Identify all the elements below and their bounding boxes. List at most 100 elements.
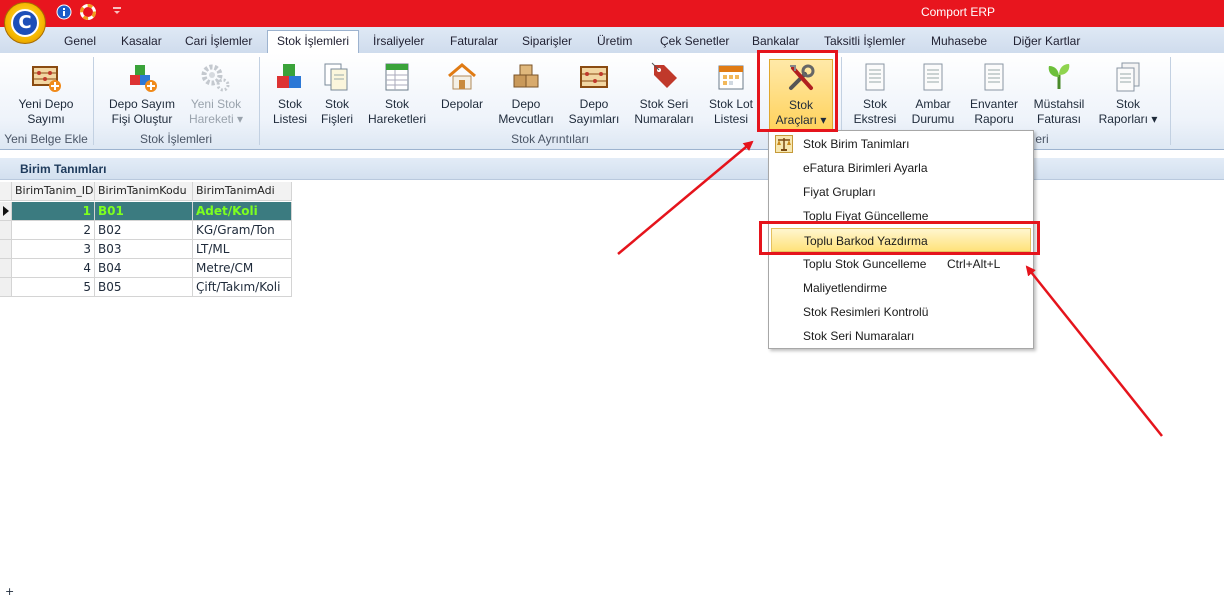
depo-mevcutlari-label2: Mevcutları [498, 112, 554, 126]
stok-ekstresi-label2: Ekstresi [853, 112, 897, 126]
stok-raporlari-button[interactable]: Stok Raporları ▾ [1096, 59, 1160, 131]
column-header-kodu[interactable]: BirimTanimKodu [95, 182, 193, 201]
cell-id[interactable]: 5 [12, 278, 95, 297]
tab-genel[interactable]: Genel [64, 31, 96, 53]
new-row-icon[interactable]: + [5, 586, 14, 597]
table-row[interactable]: 3 B03 LT/ML [0, 240, 292, 259]
house-icon [446, 61, 478, 93]
gears-icon [200, 61, 232, 93]
stok-fisleri-button[interactable]: Stok Fişleri [316, 59, 358, 131]
tab-diger-kartlar[interactable]: Diğer Kartlar [1013, 31, 1080, 53]
column-header-id[interactable]: BirimTanim_ID [12, 182, 95, 201]
cell-kodu[interactable]: B02 [95, 221, 193, 240]
menu-item-label: Stok Resimleri Kontrolü [803, 305, 929, 319]
tab-stok-islemleri[interactable]: Stok İşlemleri [267, 30, 360, 53]
cell-kodu[interactable]: B01 [95, 202, 193, 221]
tab-uretim[interactable]: Üretim [597, 31, 632, 53]
stok-raporlari-label2: Raporları ▾ [1098, 112, 1158, 126]
stok-ekstresi-button[interactable]: Stok Ekstresi [852, 59, 898, 131]
cell-kodu[interactable]: B03 [95, 240, 193, 259]
menu-item-stok-resimleri-kontrolu[interactable]: Stok Resimleri Kontrolü [769, 300, 1033, 324]
report-page-icon [978, 61, 1010, 93]
stok-listesi-button[interactable]: Stok Listesi [270, 59, 310, 131]
help-ring-icon[interactable] [80, 4, 96, 20]
abacus-add-icon [30, 61, 62, 93]
tab-kasalar[interactable]: Kasalar [121, 31, 162, 53]
yeni-stok-hareketi-button[interactable]: Yeni Stok Hareketi ▾ [185, 59, 247, 131]
column-header-adi[interactable]: BirimTanimAdi [193, 182, 292, 201]
ribbon-tab-strip: Genel Kasalar Cari İşlemler Stok İşlemle… [0, 27, 1224, 53]
table-row[interactable]: 2 B02 KG/Gram/Ton [0, 221, 292, 240]
yeni-depo-sayimi-button[interactable]: Yeni Depo Sayımı [12, 59, 80, 131]
reports-stack-icon [1112, 61, 1144, 93]
mustahsil-faturasi-button[interactable]: Müstahsil Faturası [1030, 59, 1088, 131]
section-header: Birim Tanımları [0, 158, 1224, 180]
stok-hareketleri-label2: Hareketleri [367, 112, 427, 126]
stok-lot-listesi-label2: Listesi [713, 112, 748, 126]
depo-sayim-fisi-olustur-button[interactable]: Depo Sayım Fişi Oluştur [104, 59, 180, 131]
group-separator [1170, 57, 1171, 145]
yeni-depo-sayimi-label1: Yeni Depo [18, 97, 74, 111]
menu-item-fiyat-gruplari[interactable]: Fiyat Grupları [769, 180, 1033, 204]
cell-kodu[interactable]: B04 [95, 259, 193, 278]
tab-muhasebe[interactable]: Muhasebe [931, 31, 987, 53]
mustahsil-faturasi-label1: Müstahsil [1033, 97, 1085, 111]
tab-cek-senetler[interactable]: Çek Senetler [660, 31, 729, 53]
depo-sayimlari-button[interactable]: Depo Sayımları [565, 59, 623, 131]
row-indicator [0, 259, 12, 278]
depo-sayim-fisi-label2: Fişi Oluştur [111, 112, 173, 126]
grid-new-row-bar: + [0, 586, 1224, 598]
app-menu-button[interactable]: C [4, 2, 46, 44]
depolar-button[interactable]: Depolar [437, 59, 487, 131]
stok-lot-listesi-label1: Stok Lot [708, 97, 754, 111]
tab-cari-islemler[interactable]: Cari İşlemler [185, 31, 252, 53]
spreadsheet-icon [381, 61, 413, 93]
menu-item-toplu-stok-guncelleme[interactable]: Toplu Stok Guncelleme Ctrl+Alt+L [769, 252, 1033, 276]
plant-icon [1043, 61, 1075, 93]
cell-adi[interactable]: LT/ML [193, 240, 292, 259]
calendar-icon [715, 61, 747, 93]
envanter-raporu-button[interactable]: Envanter Raporu [966, 59, 1022, 131]
stok-hareketleri-button[interactable]: Stok Hareketleri [364, 59, 430, 131]
menu-item-maliyetlendirme[interactable]: Maliyetlendirme [769, 276, 1033, 300]
stok-seri-numaralari-label2: Numaraları [634, 112, 694, 126]
tab-siparisler[interactable]: Siparişler [522, 31, 572, 53]
cell-id[interactable]: 1 [12, 202, 95, 221]
cell-adi[interactable]: KG/Gram/Ton [193, 221, 292, 240]
cell-kodu[interactable]: B05 [95, 278, 193, 297]
table-row[interactable]: 1 B01 Adet/Koli [0, 202, 292, 221]
stok-seri-numaralari-button[interactable]: Stok Seri Numaraları [630, 59, 698, 131]
menu-item-efatura-birimleri-ayarla[interactable]: eFatura Birimleri Ayarla [769, 156, 1033, 180]
scale-icon [775, 135, 793, 153]
cell-adi[interactable]: Adet/Koli [193, 202, 292, 221]
price-tag-icon [648, 61, 680, 93]
depo-mevcutlari-button[interactable]: Depo Mevcutları [494, 59, 558, 131]
stok-lot-listesi-button[interactable]: Stok Lot Listesi [704, 59, 758, 131]
stok-fisleri-label2: Fişleri [321, 112, 353, 126]
mustahsil-faturasi-label2: Faturası [1036, 112, 1081, 126]
menu-item-label: Toplu Stok Guncelleme [803, 257, 927, 271]
menu-item-stok-birim-tanimlari[interactable]: Stok Birim Tanimları [769, 132, 1033, 156]
annotation-arrow-to-toplu-barkod [1025, 265, 1163, 437]
cell-id[interactable]: 3 [12, 240, 95, 259]
ambar-durumu-button[interactable]: Ambar Durumu [908, 59, 958, 131]
envanter-raporu-label1: Envanter [969, 97, 1019, 111]
stok-listesi-label2: Listesi [272, 112, 307, 126]
tab-faturalar[interactable]: Faturalar [450, 31, 498, 53]
documents-icon [321, 61, 353, 93]
boxes-icon [510, 61, 542, 93]
cell-adi[interactable]: Çift/Takım/Koli [193, 278, 292, 297]
ribbon: Yeni Depo Sayımı Yeni Belge Ekle Depo Sa… [0, 53, 1224, 150]
customize-toolbar-icon[interactable] [112, 6, 122, 16]
cell-id[interactable]: 2 [12, 221, 95, 240]
menu-item-stok-seri-numaralari[interactable]: Stok Seri Numaraları [769, 324, 1033, 348]
table-row[interactable]: 4 B04 Metre/CM [0, 259, 292, 278]
cell-adi[interactable]: Metre/CM [193, 259, 292, 278]
envanter-raporu-label2: Raporu [974, 112, 1014, 126]
yeni-depo-sayimi-label2: Sayımı [27, 112, 65, 126]
info-icon[interactable] [56, 4, 72, 20]
tab-irsaliyeler[interactable]: İrsaliyeler [373, 31, 424, 53]
depo-sayimlari-label1: Depo [579, 97, 609, 111]
cell-id[interactable]: 4 [12, 259, 95, 278]
table-row[interactable]: 5 B05 Çift/Takım/Koli [0, 278, 292, 297]
